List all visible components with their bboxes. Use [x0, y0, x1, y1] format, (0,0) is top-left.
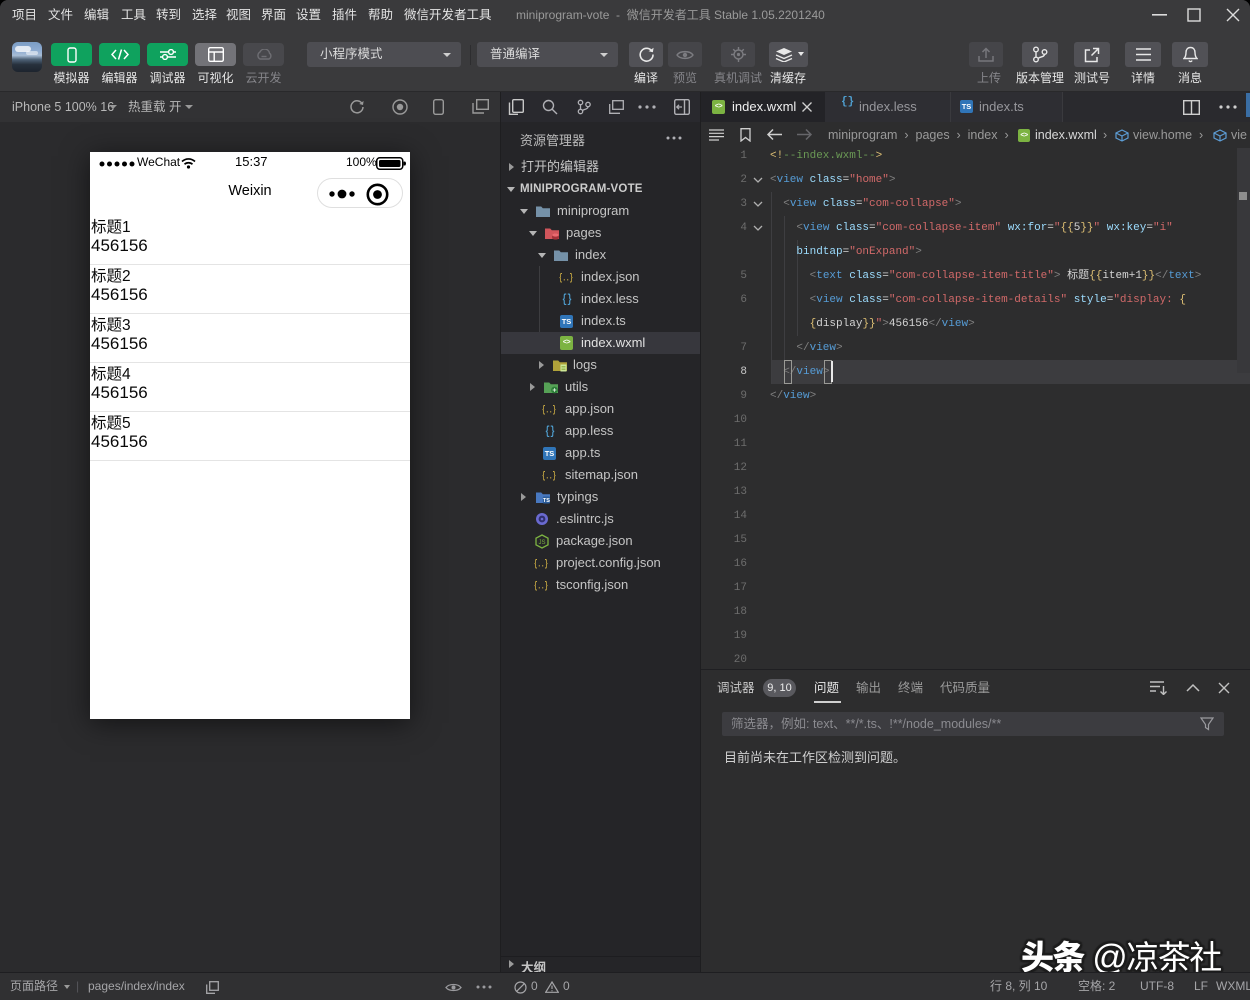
svg-text:{..}: {..}: [534, 559, 548, 571]
svg-text:TS: TS: [543, 498, 550, 504]
svg-text:JS: JS: [538, 539, 545, 545]
svg-text:{..}: {..}: [542, 471, 556, 483]
svg-text:{}: {}: [562, 293, 572, 307]
svg-text:{}: {}: [545, 425, 555, 439]
svg-text:{..}: {..}: [559, 273, 573, 285]
svg-text:{..}: {..}: [534, 581, 548, 593]
svg-text:{..}: {..}: [542, 405, 556, 417]
